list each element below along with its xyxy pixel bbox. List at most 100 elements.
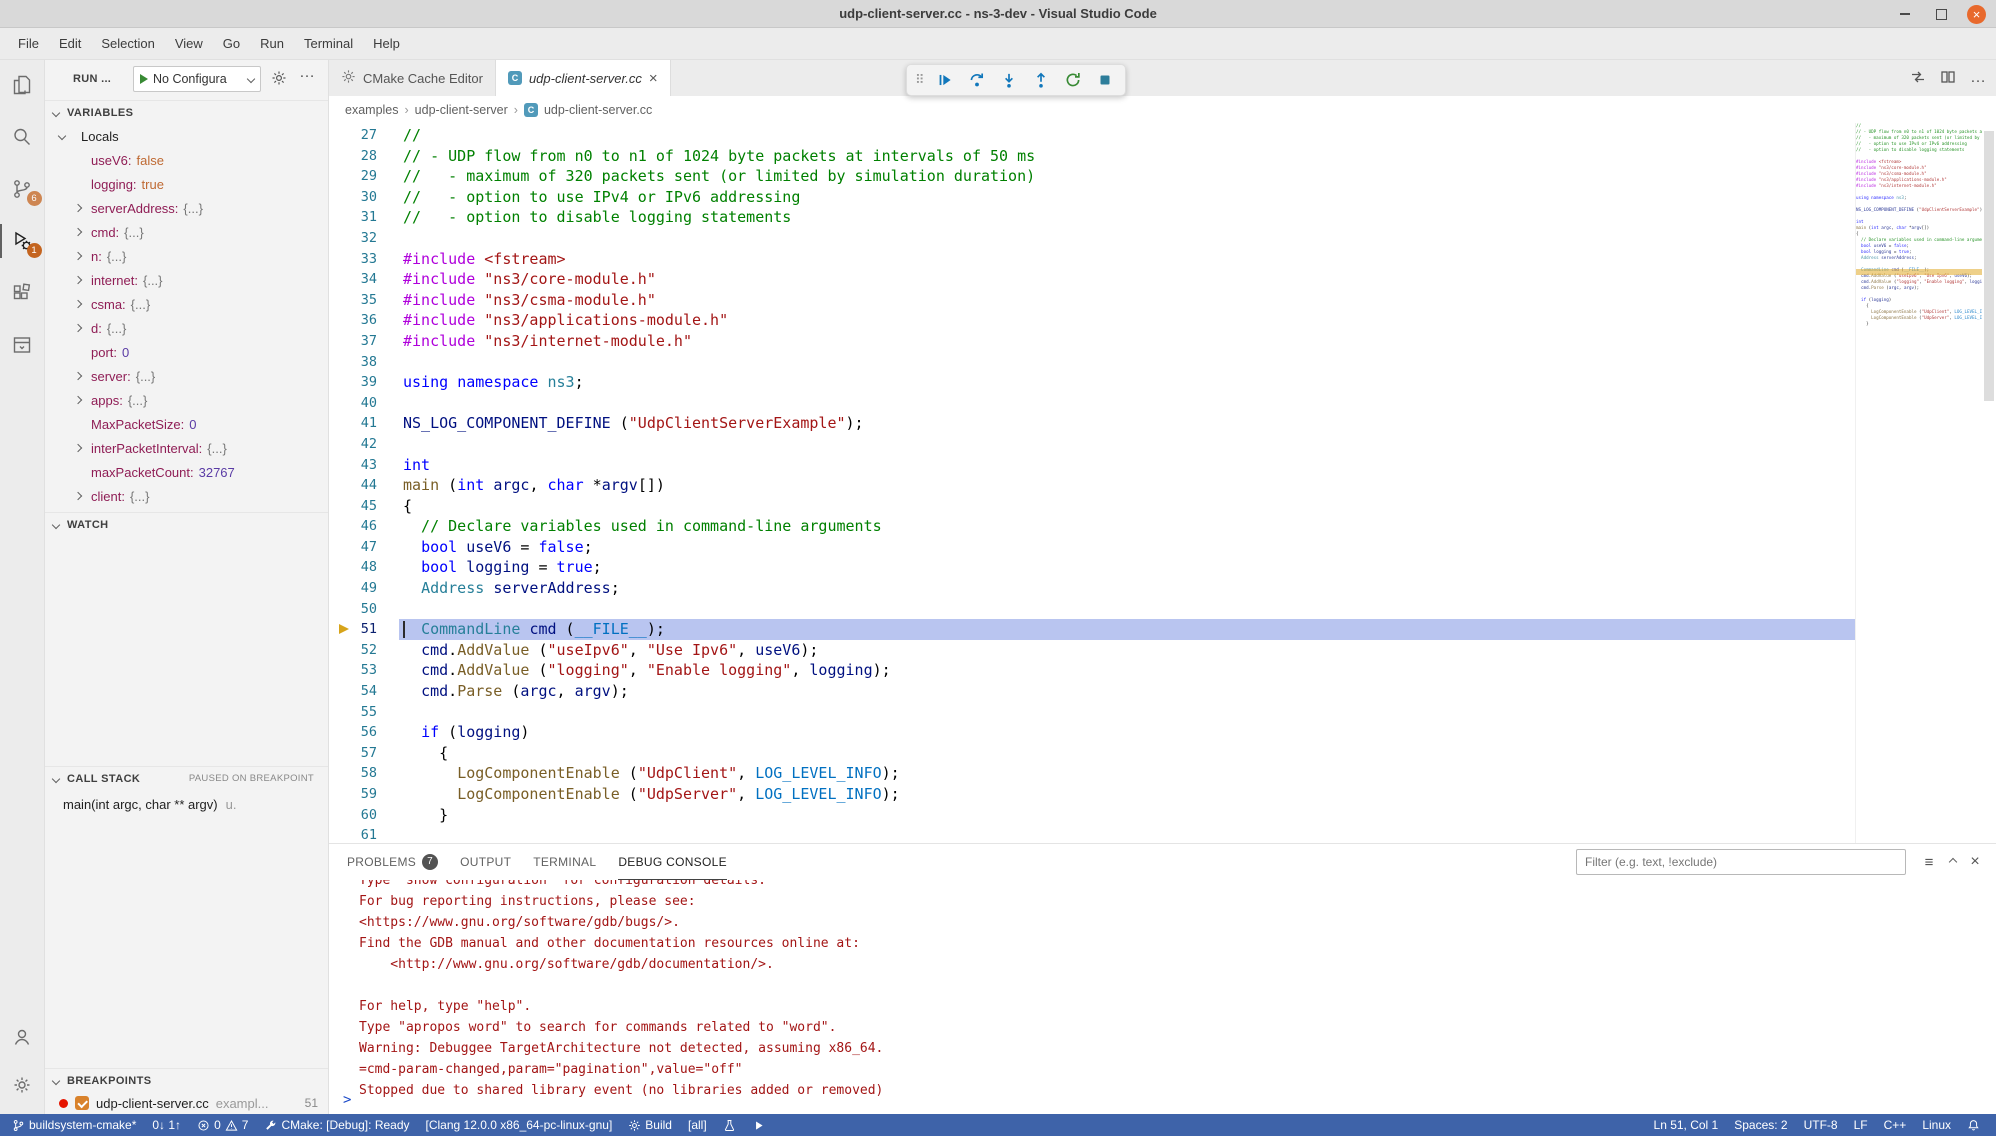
code-editor[interactable]: 27//28// - UDP flow from n0 to n1 of 102…: [329, 123, 1996, 843]
code-line-57[interactable]: 57 {: [329, 743, 1855, 764]
panel-tab-problems[interactable]: PROBLEMS7: [347, 844, 438, 880]
code-area[interactable]: 27//28// - UDP flow from n0 to n1 of 102…: [329, 125, 1855, 843]
code-line-49[interactable]: 49 Address serverAddress;: [329, 578, 1855, 599]
status-problems[interactable]: 07: [189, 1114, 256, 1136]
status-encoding[interactable]: UTF-8: [1796, 1114, 1846, 1136]
variable-row-n[interactable]: n:{...}: [45, 244, 328, 268]
code-line-38[interactable]: 38: [329, 352, 1855, 373]
variable-row-serverAddress[interactable]: serverAddress:{...}: [45, 196, 328, 220]
status-cmake-status[interactable]: CMake: [Debug]: Ready: [256, 1114, 417, 1136]
status-remote-os[interactable]: Linux: [1914, 1114, 1959, 1136]
configure-gear-icon[interactable]: [271, 70, 287, 89]
code-line-32[interactable]: 32: [329, 228, 1855, 249]
status-git-branch[interactable]: buildsystem-cmake*: [4, 1114, 144, 1136]
code-line-56[interactable]: 56 if (logging): [329, 722, 1855, 743]
breakpoint-item[interactable]: udp-client-server.cc exampl... 51: [45, 1092, 328, 1114]
variable-row-internet[interactable]: internet:{...}: [45, 268, 328, 292]
code-line-45[interactable]: 45{: [329, 496, 1855, 517]
close-panel-icon[interactable]: [1966, 853, 1984, 871]
watch-section-header[interactable]: WATCH: [45, 512, 328, 536]
status-git-sync[interactable]: 0↓ 1↑: [144, 1114, 189, 1136]
code-line-33[interactable]: 33#include <fstream>: [329, 249, 1855, 270]
status-cmake-kit[interactable]: [Clang 12.0.0 x86_64-pc-linux-gnu]: [418, 1114, 621, 1136]
search-icon[interactable]: [0, 124, 45, 150]
code-line-31[interactable]: 31// - option to disable logging stateme…: [329, 207, 1855, 228]
variable-row-maxPacketCount[interactable]: maxPacketCount:32767: [45, 460, 328, 484]
code-line-28[interactable]: 28// - UDP flow from n0 to n1 of 1024 by…: [329, 146, 1855, 167]
variable-row-client[interactable]: client:{...}: [45, 484, 328, 508]
continue-icon[interactable]: [931, 67, 959, 93]
breadcrumb-item[interactable]: udp-client-server: [415, 103, 518, 117]
breakpoint-checkbox[interactable]: [75, 1096, 89, 1110]
menu-help[interactable]: Help: [363, 32, 410, 55]
menu-terminal[interactable]: Terminal: [294, 32, 363, 55]
code-line-37[interactable]: 37#include "ns3/internet-module.h": [329, 331, 1855, 352]
code-line-36[interactable]: 36#include "ns3/applications-module.h": [329, 310, 1855, 331]
status-ctest[interactable]: [715, 1114, 744, 1136]
filter-results-icon[interactable]: [1920, 853, 1938, 871]
variable-row-csma[interactable]: csma:{...}: [45, 292, 328, 316]
menu-selection[interactable]: Selection: [91, 32, 164, 55]
code-line-59[interactable]: 59 LogComponentEnable ("UdpServer", LOG_…: [329, 784, 1855, 805]
code-line-53[interactable]: 53 cmd.AddValue ("logging", "Enable logg…: [329, 660, 1855, 681]
panel-tab-debug-console[interactable]: DEBUG CONSOLE: [618, 844, 727, 880]
panel-tab-output[interactable]: OUTPUT: [460, 844, 511, 880]
step-over-icon[interactable]: [963, 67, 991, 93]
code-line-60[interactable]: 60 }: [329, 805, 1855, 826]
step-into-icon[interactable]: [995, 67, 1023, 93]
menu-edit[interactable]: Edit: [49, 32, 91, 55]
split-editor-icon[interactable]: [1940, 69, 1956, 88]
variable-row-useV6[interactable]: useV6:false: [45, 148, 328, 172]
status-launch[interactable]: [744, 1114, 773, 1136]
breakpoints-section-header[interactable]: BREAKPOINTS: [45, 1068, 328, 1092]
code-line-41[interactable]: 41NS_LOG_COMPONENT_DEFINE ("UdpClientSer…: [329, 413, 1855, 434]
console-prompt[interactable]: >: [343, 1092, 351, 1108]
status-language-mode[interactable]: C++: [1876, 1114, 1915, 1136]
status-notifications[interactable]: [1959, 1114, 1988, 1136]
code-line-27[interactable]: 27//: [329, 125, 1855, 146]
minimap[interactable]: //// - UDP flow from n0 to n1 of 1024 by…: [1855, 123, 1982, 843]
menu-view[interactable]: View: [165, 32, 213, 55]
step-out-icon[interactable]: [1027, 67, 1055, 93]
code-line-48[interactable]: 48 bool logging = true;: [329, 557, 1855, 578]
accounts-icon[interactable]: [0, 1024, 45, 1050]
variable-row-cmd[interactable]: cmd:{...}: [45, 220, 328, 244]
tab-cmake-cache-editor[interactable]: CMake Cache Editor: [329, 60, 496, 96]
close-tab-icon[interactable]: [649, 70, 658, 87]
launch-config-dropdown[interactable]: No Configura: [133, 66, 261, 92]
more-actions-icon[interactable]: [1970, 69, 1986, 87]
status-cursor-position[interactable]: Ln 51, Col 1: [1646, 1114, 1727, 1136]
variable-row-d[interactable]: d:{...}: [45, 316, 328, 340]
start-debug-icon[interactable]: [140, 74, 148, 84]
archive-box-icon[interactable]: [0, 332, 45, 358]
menu-file[interactable]: File: [8, 32, 49, 55]
variable-row-port[interactable]: port:0: [45, 340, 328, 364]
code-line-43[interactable]: 43int: [329, 455, 1855, 476]
code-line-55[interactable]: 55: [329, 702, 1855, 723]
variable-row-server[interactable]: server:{...}: [45, 364, 328, 388]
status-eol[interactable]: LF: [1846, 1114, 1876, 1136]
code-line-50[interactable]: 50: [329, 599, 1855, 620]
code-line-54[interactable]: 54 cmd.Parse (argc, argv);: [329, 681, 1855, 702]
menu-go[interactable]: Go: [213, 32, 250, 55]
run-and-debug-icon[interactable]: 1: [0, 228, 45, 254]
editor-scrollbar[interactable]: [1982, 123, 1996, 843]
code-line-44[interactable]: 44main (int argc, char *argv[]): [329, 475, 1855, 496]
code-line-30[interactable]: 30// - option to use IPv4 or IPv6 addres…: [329, 187, 1855, 208]
tab-udp-client-server[interactable]: udp-client-server.cc: [496, 60, 671, 96]
status-cmake-target[interactable]: [all]: [680, 1114, 715, 1136]
close-icon[interactable]: [1967, 5, 1986, 24]
console-filter-input[interactable]: [1576, 849, 1906, 875]
open-changes-icon[interactable]: [1910, 69, 1926, 88]
panel-tab-terminal[interactable]: TERMINAL: [533, 844, 596, 880]
status-cmake-build[interactable]: Build: [620, 1114, 680, 1136]
maximize-panel-icon[interactable]: [1944, 853, 1962, 871]
code-line-35[interactable]: 35#include "ns3/csma-module.h": [329, 290, 1855, 311]
menu-run[interactable]: Run: [250, 32, 294, 55]
explorer-icon[interactable]: [0, 72, 45, 98]
variable-row-apps[interactable]: apps:{...}: [45, 388, 328, 412]
code-line-34[interactable]: 34#include "ns3/core-module.h": [329, 269, 1855, 290]
source-control-icon[interactable]: 6: [0, 176, 45, 202]
code-line-52[interactable]: 52 cmd.AddValue ("useIpv6", "Use Ipv6", …: [329, 640, 1855, 661]
variable-row-interPacketInterval[interactable]: interPacketInterval:{...}: [45, 436, 328, 460]
